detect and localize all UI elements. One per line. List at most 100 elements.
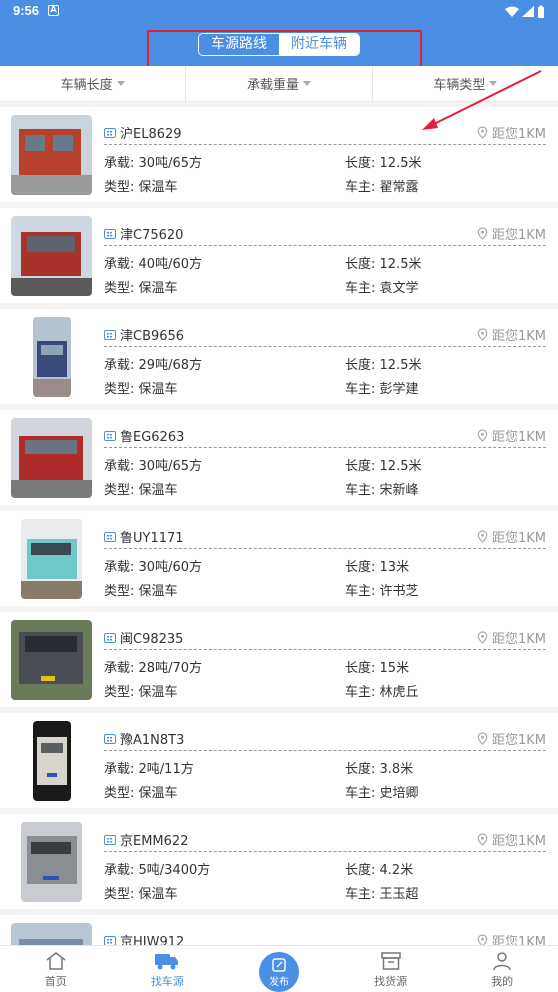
owner-info: 车主: 翟常露 [345, 176, 419, 195]
vehicle-card[interactable]: 沪EL8629 距您1KM 承载: 30吨/65方 长度: 12.5米 类型: … [0, 107, 558, 202]
vehicle-photo [33, 721, 71, 801]
plate-text: 豫A1N8T3 [120, 733, 185, 748]
filter-vehicle-type[interactable]: 车辆类型 [373, 66, 558, 101]
length-value: 12.5米 [379, 257, 422, 272]
vehicle-card[interactable]: 豫A1N8T3 距您1KM 承载: 2吨/11方 长度: 3.8米 类型: 保温… [0, 713, 558, 808]
length-label: 长度: [345, 661, 376, 676]
load-info: 承载: 5吨/3400方 [104, 859, 210, 878]
distance: 距您1KM [477, 729, 546, 748]
location-pin-icon [477, 833, 488, 846]
type-info: 类型: 保温车 [104, 378, 178, 397]
distance-text: 距您1KM [491, 531, 546, 546]
vehicle-photo [21, 519, 82, 599]
owner-label: 车主: [345, 584, 376, 599]
load-label: 承载: [104, 560, 135, 575]
dropdown-caret-icon [489, 81, 498, 86]
load-value: 29吨/68方 [138, 358, 202, 373]
vehicle-card[interactable]: 鲁UY1171 距您1KM 承载: 30吨/60方 长度: 13米 类型: 保温… [0, 511, 558, 606]
length-label: 长度: [345, 156, 376, 171]
type-value: 保温车 [138, 483, 178, 498]
vehicle-card[interactable]: 闽C98235 距您1KM 承载: 28吨/70方 长度: 15米 类型: 保温… [0, 612, 558, 707]
load-value: 5吨/3400方 [138, 863, 211, 878]
distance: 距您1KM [477, 325, 546, 344]
owner-label: 车主: [345, 786, 376, 801]
type-value: 保温车 [138, 685, 178, 700]
plate-icon [104, 935, 116, 946]
status-time: 9:56 [13, 3, 40, 18]
publish-label: 发布 [269, 976, 289, 988]
location-pin-icon [477, 732, 488, 745]
load-value: 2吨/11方 [138, 762, 194, 777]
load-value: 30吨/60方 [138, 560, 202, 575]
plate-text: 鲁UY1171 [120, 531, 184, 546]
length-value: 15米 [379, 661, 410, 676]
filter-label: 承载重量 [246, 78, 299, 93]
nav-home-label: 首页 [44, 975, 67, 988]
length-value: 13米 [379, 560, 410, 575]
vehicle-card[interactable]: 京EMM622 距您1KM 承载: 5吨/3400方 长度: 4.2米 类型: … [0, 814, 558, 909]
user-icon [493, 952, 511, 971]
edit-icon [272, 957, 286, 972]
distance-text: 距您1KM [491, 632, 546, 647]
vehicle-photo [11, 620, 92, 700]
plate-icon [104, 329, 116, 340]
plate-icon [104, 834, 116, 845]
load-label: 承载: [104, 257, 135, 272]
distance-text: 距您1KM [491, 733, 546, 748]
nav-home[interactable]: 首页 [0, 946, 112, 992]
load-value: 30吨/65方 [138, 156, 202, 171]
length-info: 长度: 12.5米 [345, 152, 421, 171]
distance-text: 距您1KM [491, 430, 546, 445]
divider [104, 851, 546, 852]
divider [104, 750, 546, 751]
distance-text: 距您1KM [491, 834, 546, 849]
publish-button[interactable]: 发布 [259, 952, 299, 992]
length-info: 长度: 13米 [345, 556, 409, 575]
type-label: 类型: [104, 887, 135, 902]
filter-vehicle-length[interactable]: 车辆长度 [0, 66, 187, 101]
owner-info: 车主: 史培卿 [345, 782, 419, 801]
nav-find-cargo[interactable]: 找货源 [335, 946, 447, 992]
type-label: 类型: [104, 382, 135, 397]
load-label: 承载: [104, 762, 135, 777]
owner-info: 车主: 宋新峰 [345, 479, 419, 498]
filter-load-weight[interactable]: 承载重量 [186, 66, 373, 101]
load-label: 承载: [104, 459, 135, 474]
cargo-box-icon [380, 952, 401, 970]
plate-icon [104, 733, 116, 744]
load-label: 承载: [104, 358, 135, 373]
nav-mine[interactable]: 我的 [446, 946, 558, 992]
type-label: 类型: [104, 786, 135, 801]
dropdown-caret-icon [116, 81, 125, 86]
home-icon [46, 952, 66, 970]
divider [104, 447, 546, 448]
load-info: 承载: 30吨/60方 [104, 556, 202, 575]
distance: 距您1KM [477, 527, 546, 546]
owner-label: 车主: [345, 483, 376, 498]
location-pin-icon [477, 530, 488, 543]
vehicle-card[interactable]: 鲁EG6263 距您1KM 承载: 30吨/65方 长度: 12.5米 类型: … [0, 410, 558, 505]
divider [104, 144, 546, 145]
length-info: 长度: 4.2米 [345, 859, 413, 878]
plate-number: 鲁UY1171 [104, 527, 184, 546]
type-label: 类型: [104, 281, 135, 296]
vehicle-photo [11, 115, 92, 195]
vehicle-card[interactable]: 津C75620 距您1KM 承载: 40吨/60方 长度: 12.5米 类型: … [0, 208, 558, 303]
length-value: 12.5米 [379, 459, 422, 474]
length-value: 12.5米 [379, 156, 422, 171]
owner-value: 林虎丘 [379, 685, 419, 700]
type-value: 保温车 [138, 786, 178, 801]
length-info: 长度: 3.8米 [345, 758, 413, 777]
location-pin-icon [477, 227, 488, 240]
plate-number: 沪EL8629 [104, 123, 182, 142]
owner-label: 车主: [345, 887, 376, 902]
plate-icon [104, 430, 116, 441]
plate-number: 豫A1N8T3 [104, 729, 184, 748]
owner-info: 车主: 彭学建 [345, 378, 419, 397]
nav-find-vehicle[interactable]: 找车源 [112, 946, 224, 992]
length-info: 长度: 12.5米 [345, 253, 421, 272]
location-pin-icon [477, 328, 488, 341]
distance: 距您1KM [477, 628, 546, 647]
top-app-bar: 9:56 A 车源路线 附近车辆 [0, 0, 558, 71]
vehicle-card[interactable]: 津CB9656 距您1KM 承载: 29吨/68方 长度: 12.5米 类型: … [0, 309, 558, 404]
